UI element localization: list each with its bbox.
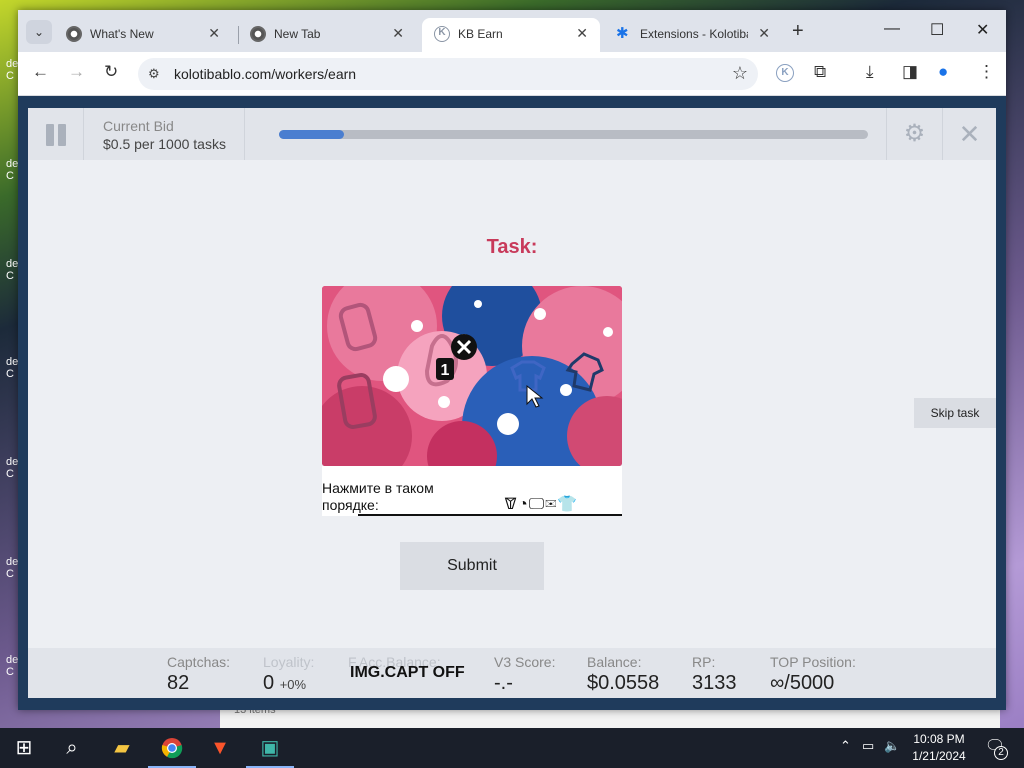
volume-muted-icon[interactable]: 🔈 xyxy=(884,738,900,754)
click-order-marker: 1 xyxy=(441,362,450,379)
current-bid-label: Current Bid xyxy=(103,118,174,134)
side-panel-icon[interactable]: ◨ xyxy=(902,62,918,82)
brave-icon[interactable]: ▼ xyxy=(196,728,244,768)
skip-task-button[interactable]: Skip task xyxy=(914,398,996,428)
stat-value: -.- xyxy=(494,672,513,694)
kb-top-bar: Current Bid $0.5 per 1000 tasks ⚙ ✕ xyxy=(28,108,996,160)
stat-value: ∞/5000 xyxy=(770,672,835,694)
puzzle-icon: ✱ xyxy=(616,25,629,42)
clock[interactable]: 10:08 PM 1/21/2024 xyxy=(906,731,972,765)
browser-toolbar: ← → ↻ ⚙ kolotibablo.com/workers/earn ☆ K… xyxy=(18,52,1006,96)
stat-captchas: Captchas: 82 xyxy=(167,654,230,695)
stat-label: RP: xyxy=(692,654,716,670)
captcha-underline xyxy=(358,514,622,516)
chrome-icon xyxy=(66,26,82,42)
captcha-instruction-text: Нажмите в таком порядке: xyxy=(322,480,434,513)
stat-label: TOP Position: xyxy=(770,654,856,670)
tab-whats-new[interactable]: What's New ✕ xyxy=(54,18,232,52)
stat-top-position: TOP Position: ∞/5000 xyxy=(770,654,856,695)
clock-date: 1/21/2024 xyxy=(912,749,966,763)
current-bid: Current Bid $0.5 per 1000 tasks xyxy=(85,108,245,160)
img-capt-status[interactable]: IMG.CAPT OFF xyxy=(350,664,465,682)
tab-kb-earn[interactable]: K KB Earn ✕ xyxy=(422,18,600,52)
tab-title: New Tab xyxy=(274,27,321,41)
stat-label: V3 Score: xyxy=(494,654,556,670)
stat-value: $0.0558 xyxy=(587,672,660,694)
network-icon[interactable]: ▭ xyxy=(862,738,874,754)
stat-loyality: Loyality: 0 +0% xyxy=(263,654,314,695)
minimize-button[interactable]: — xyxy=(884,20,900,38)
url-text: kolotibablo.com/workers/earn xyxy=(174,66,357,82)
stat-value: 0 +0% xyxy=(263,672,307,694)
task-title: Task: xyxy=(486,236,538,258)
stat-rp: RP: 3133 xyxy=(692,654,737,695)
address-bar[interactable]: ⚙ kolotibablo.com/workers/earn ☆ xyxy=(138,58,758,90)
close-icon[interactable]: ✕ xyxy=(942,108,996,160)
forward-button[interactable]: → xyxy=(68,62,85,82)
tab-search-button[interactable]: ⌄ xyxy=(26,20,52,44)
pause-icon xyxy=(46,124,54,146)
browser-window: ⌄ What's New ✕ New Tab ✕ K KB Earn ✕ ✱ E… xyxy=(18,10,1006,710)
stats-bar: Captchas: 82 Loyality: 0 +0% F.Acc.Balan… xyxy=(28,648,996,698)
stat-value: 3133 xyxy=(692,672,737,694)
close-tab-icon[interactable]: ✕ xyxy=(576,25,588,42)
chrome-icon xyxy=(250,26,266,42)
settings-gear-icon[interactable]: ⚙ xyxy=(886,108,942,160)
stat-label: Loyality: xyxy=(263,654,315,670)
clock-time: 10:08 PM xyxy=(913,732,965,746)
stat-v3-score: V3 Score: -.- xyxy=(494,654,555,695)
close-tab-icon[interactable]: ✕ xyxy=(208,25,220,42)
stat-label: Captchas: xyxy=(167,654,231,670)
tab-extensions[interactable]: ✱ Extensions - Kolotiba ✕ xyxy=(604,18,782,52)
tab-strip: ⌄ What's New ✕ New Tab ✕ K KB Earn ✕ ✱ E… xyxy=(18,10,1006,52)
stat-balance: Balance: $0.0558 xyxy=(587,654,659,695)
kolotibablo-extension-icon[interactable]: K xyxy=(776,64,794,82)
search-icon[interactable]: ⌕ xyxy=(48,728,96,768)
captcha-instruction: Нажмите в таком порядке: 🝩◔🖵✉👕 xyxy=(322,466,622,516)
chrome-taskbar-icon[interactable] xyxy=(148,728,196,768)
chrome-icon xyxy=(161,738,183,759)
task-progress-bar xyxy=(279,130,868,139)
tab-new-tab[interactable]: New Tab ✕ xyxy=(238,18,416,52)
close-window-button[interactable]: ✕ xyxy=(976,20,989,40)
close-tab-icon[interactable]: ✕ xyxy=(758,25,770,42)
bookmark-star-icon[interactable]: ☆ xyxy=(732,63,748,84)
maximize-button[interactable]: ☐ xyxy=(930,20,944,40)
stat-label: Balance: xyxy=(587,654,642,670)
captcha-image-art: 1 xyxy=(322,286,622,466)
notification-icon[interactable]: 🗨 2 xyxy=(982,736,1008,760)
tab-title: KB Earn xyxy=(458,27,503,41)
pause-icon xyxy=(58,124,66,146)
stat-value: 82 xyxy=(167,672,190,694)
captcha-image[interactable]: 1 xyxy=(322,286,622,466)
close-tab-icon[interactable]: ✕ xyxy=(392,25,404,42)
show-hidden-icons[interactable]: ⌃ xyxy=(840,738,851,754)
pause-button[interactable] xyxy=(28,108,84,160)
site-info-icon[interactable]: ⚙ xyxy=(148,66,160,82)
download-icon[interactable]: ⤓ xyxy=(866,62,874,82)
kb-icon: K xyxy=(434,26,450,42)
submit-button[interactable]: Submit xyxy=(400,542,544,590)
back-button[interactable]: ← xyxy=(32,62,49,82)
extensions-puzzle-icon[interactable]: ⧉ xyxy=(814,62,826,82)
taskbar: ⊞ ⌕ ▰ ▼ ▣ ⌃ ▭ 🔈 10:08 PM 1/21/2024 🗨 2 xyxy=(0,728,1024,768)
new-tab-button[interactable]: + xyxy=(792,20,804,43)
current-bid-value: $0.5 per 1000 tasks xyxy=(103,136,226,152)
windows-start-icon[interactable]: ⊞ xyxy=(0,728,48,768)
task-progress-fill xyxy=(279,130,344,139)
menu-kebab-icon[interactable]: ⋮ xyxy=(978,62,995,82)
app-icon[interactable]: ▣ xyxy=(246,728,294,768)
reload-button[interactable]: ↻ xyxy=(104,62,118,82)
profile-icon[interactable]: ● xyxy=(938,62,948,82)
notification-count: 2 xyxy=(994,746,1008,760)
tab-title: What's New xyxy=(90,27,154,41)
kb-earn-page: Current Bid $0.5 per 1000 tasks ⚙ ✕ Task… xyxy=(28,108,996,698)
tab-title: Extensions - Kolotiba xyxy=(640,27,748,41)
file-explorer-icon[interactable]: ▰ xyxy=(98,728,146,768)
